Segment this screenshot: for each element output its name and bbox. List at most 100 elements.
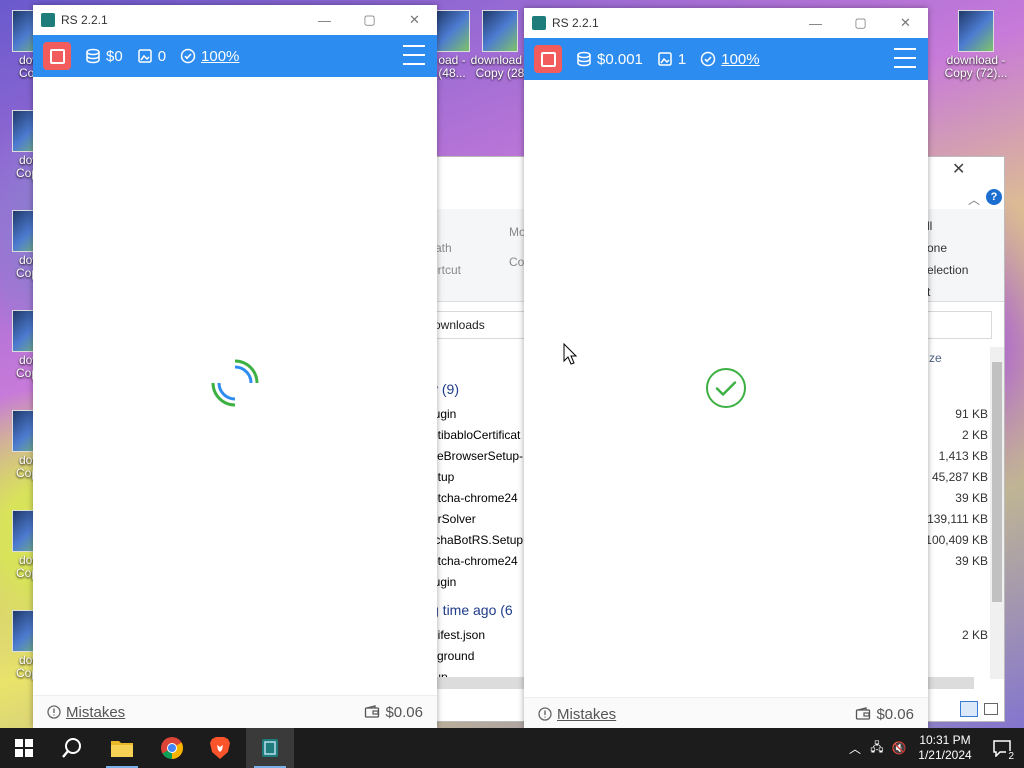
scrollbar-thumb[interactable]: [992, 362, 1002, 602]
window-controls: — ▢ ✕: [302, 5, 437, 35]
solved-count-value: 0: [157, 47, 167, 65]
wallet-icon: [365, 705, 380, 718]
coins-icon: [577, 51, 591, 67]
folder-icon: [111, 741, 133, 757]
wallet-value: $0.06: [876, 705, 914, 723]
app-icon: [41, 13, 55, 27]
details-view-icon[interactable]: [960, 701, 978, 717]
file-name[interactable]: tchaBotRS.Setup: [431, 533, 523, 547]
search-icon: [62, 738, 81, 758]
success-rate-stat[interactable]: 100%: [700, 51, 760, 68]
help-icon[interactable]: ?: [986, 189, 1002, 205]
image-check-icon: [137, 49, 152, 63]
hamburger-menu-icon[interactable]: [894, 48, 916, 68]
close-button[interactable]: ✕: [883, 8, 928, 38]
ribbon-copy-button[interactable]: Co: [509, 255, 524, 269]
footer: Mistakes $0.06: [524, 697, 928, 730]
notifications-button[interactable]: 2: [980, 728, 1024, 768]
info-icon: [47, 705, 61, 719]
file-name[interactable]: erSolver: [431, 512, 476, 526]
network-icon[interactable]: 🖧: [866, 738, 888, 759]
image-check-icon: [658, 52, 672, 66]
large-icons-view-icon[interactable]: [984, 703, 998, 715]
chrome-taskbar-button[interactable]: [148, 728, 196, 768]
mistakes-label[interactable]: Mistakes: [557, 706, 616, 723]
title-bar[interactable]: RS 2.2.1 — ▢ ✕: [524, 8, 928, 38]
check-circle-icon: [180, 48, 196, 64]
desktop-icon[interactable]: download - Copy (72)...: [936, 10, 1016, 80]
ribbon-text: ath: [435, 241, 452, 255]
system-tray: ︿ 🖧 🔇 10:31 PM 1/21/2024 2: [844, 728, 1024, 768]
solved-count-value: 1: [677, 50, 687, 68]
solved-count-stat: 1: [657, 51, 686, 68]
solved-count-stat: 0: [137, 48, 166, 65]
chevron-up-icon[interactable]: ︿: [968, 191, 980, 208]
balance-value: $0.001: [597, 50, 643, 68]
toolbar: $0 0 100%: [33, 35, 437, 77]
file-name[interactable]: otcha-chrome24: [431, 491, 518, 505]
success-rate-value[interactable]: 100%: [721, 51, 759, 68]
file-name[interactable]: veBrowserSetup-: [431, 449, 523, 463]
start-button[interactable]: [0, 728, 48, 768]
success-rate-value[interactable]: 100%: [201, 48, 239, 65]
chevron-up-icon[interactable]: ︿: [844, 740, 866, 757]
brave-lion-icon: [210, 737, 230, 759]
title-bar[interactable]: RS 2.2.1 — ▢ ✕: [33, 5, 437, 35]
rs-taskbar-button[interactable]: [246, 728, 294, 768]
brave-taskbar-button[interactable]: [196, 728, 244, 768]
rs-window-2[interactable]: RS 2.2.1 — ▢ ✕ $0.001 1 100% Mistakes $0…: [524, 8, 928, 730]
wallet-balance: $0.06: [364, 704, 423, 721]
wallet-value: $0.06: [385, 703, 423, 721]
wallet-balance: $0.06: [855, 706, 914, 723]
mistakes-label[interactable]: Mistakes: [66, 704, 125, 721]
stop-icon: [540, 51, 556, 67]
mistakes-link[interactable]: Mistakes: [538, 706, 616, 723]
maximize-button[interactable]: ▢: [347, 5, 392, 35]
notification-count: 2: [1006, 751, 1016, 762]
app-icon: [532, 16, 546, 30]
mistakes-link[interactable]: Mistakes: [47, 704, 125, 721]
window-title: RS 2.2.1: [552, 16, 599, 30]
minimize-button[interactable]: —: [793, 8, 838, 38]
ribbon-text[interactable]: one: [927, 241, 947, 255]
file-thumbnail-icon: [434, 10, 470, 52]
footer: Mistakes $0.06: [33, 695, 437, 728]
hamburger-menu-icon[interactable]: [403, 45, 425, 65]
close-button[interactable]: ✕: [392, 5, 437, 35]
balance-value: $0: [106, 47, 123, 65]
rs-window-1[interactable]: RS 2.2.1 — ▢ ✕ $0 0 100% Mistakes $0.06: [33, 5, 437, 728]
file-name[interactable]: otcha-chrome24: [431, 554, 518, 568]
balance-stat: $0.001: [576, 51, 643, 68]
file-name[interactable]: kground: [431, 649, 474, 663]
file-name[interactable]: nifest.json: [431, 628, 485, 642]
stop-button[interactable]: [534, 45, 562, 73]
window-title: RS 2.2.1: [61, 13, 108, 27]
window-controls: — ▢ ✕: [793, 8, 928, 38]
close-icon[interactable]: ✕: [952, 159, 965, 179]
clock[interactable]: 10:31 PM 1/21/2024: [910, 733, 980, 763]
loading-spinner-icon: [211, 359, 259, 407]
balance-stat: $0: [85, 48, 123, 65]
file-explorer-taskbar-button[interactable]: [98, 728, 146, 768]
stop-button[interactable]: [43, 42, 71, 70]
coins-icon: [86, 48, 100, 64]
volume-muted-icon[interactable]: 🔇: [888, 741, 910, 755]
group-header[interactable]: g time ago (6: [431, 602, 513, 618]
success-rate-stat[interactable]: 100%: [180, 48, 239, 65]
info-icon: [538, 707, 552, 721]
maximize-button[interactable]: ▢: [838, 8, 883, 38]
taskbar: ︿ 🖧 🔇 10:31 PM 1/21/2024 2: [0, 728, 1024, 768]
clock-time: 10:31 PM: [919, 733, 971, 747]
content-area: [524, 80, 928, 698]
content-area: [33, 77, 437, 696]
clock-date: 1/21/2024: [918, 748, 972, 762]
minimize-button[interactable]: —: [302, 5, 347, 35]
desktop-icon[interactable]: oad - (48...: [432, 10, 472, 80]
file-name[interactable]: otibabloCertificat: [431, 428, 520, 442]
toolbar: $0.001 1 100%: [524, 38, 928, 80]
rs-app-icon: [262, 739, 278, 757]
ribbon-text[interactable]: election: [927, 263, 968, 277]
desktop-icon[interactable]: download - Copy (28: [470, 10, 530, 80]
size-column-header[interactable]: ze: [929, 351, 942, 365]
search-button[interactable]: [48, 728, 96, 768]
